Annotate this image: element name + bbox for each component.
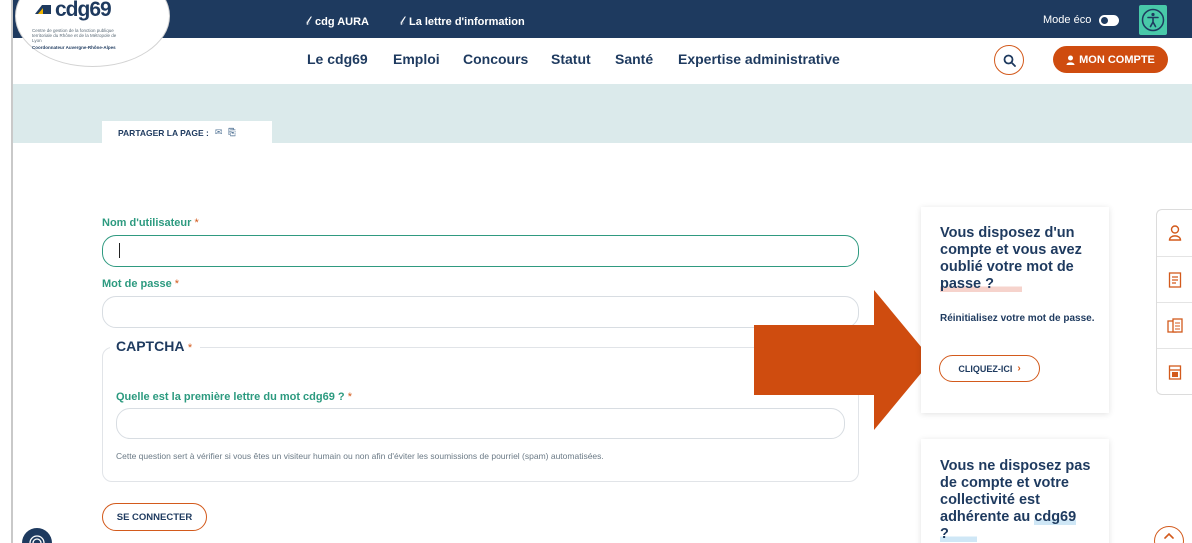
forgot-password-card: Vous disposez d'un compte et vous avez o… [921,207,1109,413]
no-account-card: Vous ne disposez pas de compte et votre … [921,439,1109,543]
captcha-legend: CAPTCHA * [110,338,201,354]
nav-item-statut[interactable]: Statut [551,51,591,67]
side-toolbar [1156,209,1192,395]
share-label: PARTAGER LA PAGE : [118,127,209,138]
search-button[interactable] [994,45,1024,75]
calendar-icon [1168,364,1182,380]
forgot-password-title: Vous disposez d'un compte et vous avez o… [940,225,1082,292]
document-icon [1168,271,1182,288]
link-icon: 𝓁 [306,14,310,28]
eco-mode-label: Mode éco [1043,14,1092,26]
files-icon [1167,317,1183,333]
link-icon: 𝓁 [400,14,404,28]
scroll-top-button[interactable] [1154,526,1184,543]
chat-widget-icon [29,535,45,543]
nav-item-emploi[interactable]: Emploi [393,51,440,67]
text-caret [119,243,120,258]
accessibility-icon [1141,8,1165,32]
newsletter-label: La lettre d'information [408,15,525,28]
side-tool-account[interactable] [1157,210,1192,256]
side-tool-calendar[interactable] [1157,348,1192,394]
my-account-button[interactable]: MON COMPTE [1053,46,1168,73]
captcha-answer-input[interactable] [116,408,845,439]
reset-password-button[interactable]: CLIQUEZ-ICI › [939,355,1040,382]
arrow-pointer-icon [754,290,932,430]
chat-widget-button[interactable] [22,528,52,543]
page-edge [11,0,13,543]
username-input[interactable] [102,235,859,267]
captcha-help-text: Cette question sert à vérifier si vous ê… [116,451,604,461]
cdg-aura-link[interactable]: 𝓁 cdg AURA [306,14,369,29]
captcha-question-label: Quelle est la première lettre du mot cdg… [116,391,352,403]
nav-item-cdg69[interactable]: Le cdg69 [307,51,368,67]
nav-item-concours[interactable]: Concours [463,51,528,67]
forgot-password-text: Réinitialisez votre mot de passe. [940,313,1095,324]
nav-item-expertise[interactable]: Expertise administrative [678,51,840,67]
cdg-aura-label: cdg AURA [314,15,369,28]
logo-coordinator: Coordonnateur Auvergne-Rhône-Alpes [32,45,116,50]
top-bar: 𝓁 cdg AURA 𝓁 La lettre d'information Mod… [13,0,1192,38]
mail-icon[interactable]: ✉ [215,127,223,138]
password-label: Mot de passe * [102,278,180,290]
password-input[interactable] [102,296,859,328]
share-bar: PARTAGER LA PAGE : ✉ ⎘ [102,121,272,144]
side-tool-document[interactable] [1157,256,1192,302]
toggle-switch-icon [1099,14,1120,26]
logo-subtitle: Centre de gestion de la fonction publiqu… [32,28,117,43]
logo-text: cdg69 [55,0,112,21]
newsletter-link[interactable]: 𝓁 La lettre d'information [400,14,525,29]
login-button[interactable]: SE CONNECTER [102,503,207,531]
copy-icon[interactable]: ⎘ [228,127,235,138]
accessibility-button[interactable] [1139,5,1167,35]
building-icon [35,5,51,14]
no-account-title: Vous ne disposez pas de compte et votre … [940,458,1091,542]
chevron-up-icon [1164,532,1174,539]
user-icon [1066,55,1075,65]
nav-item-sante[interactable]: Santé [615,51,653,67]
search-icon [1003,54,1016,67]
eco-mode-toggle[interactable]: Mode éco [1043,14,1120,26]
person-icon [1168,225,1182,241]
side-tool-files[interactable] [1157,302,1192,348]
username-label: Nom d'utilisateur * [102,217,199,229]
my-account-label: MON COMPTE [1079,53,1155,66]
chevron-right-icon: › [1017,363,1021,374]
